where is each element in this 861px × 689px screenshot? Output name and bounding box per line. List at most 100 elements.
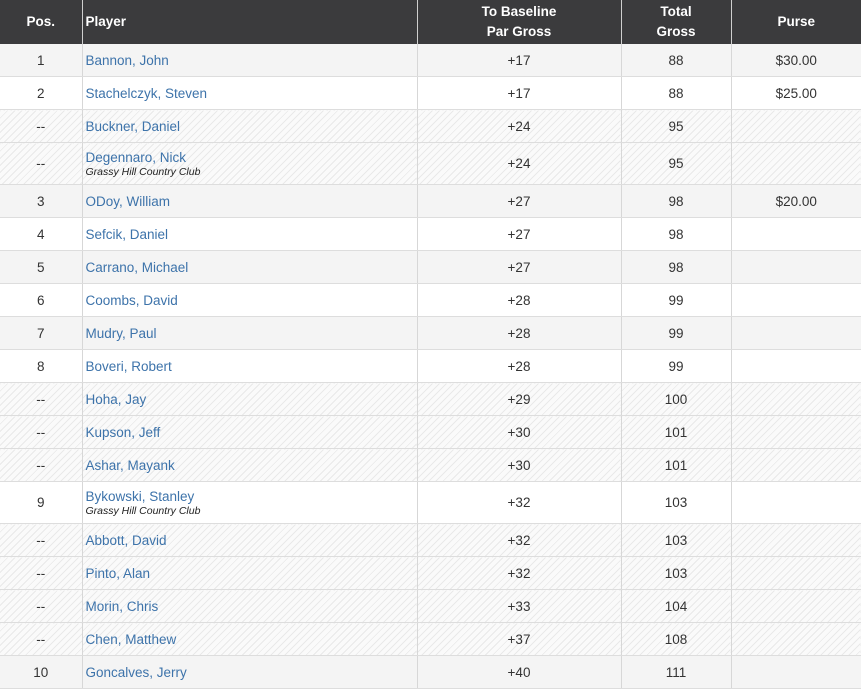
pos-cell: -- (0, 556, 82, 590)
header-row: Pos. Player To Baseline Par Gross Total … (0, 0, 861, 44)
purse-cell (730, 448, 861, 482)
pos-cell: 3 (0, 184, 82, 218)
baseline-cell: +17 (416, 76, 621, 110)
table-row: 5 Carrano, Michael +27 98 (0, 250, 861, 284)
table-row: 6 Coombs, David +28 99 (0, 283, 861, 317)
total-cell: 101 (620, 415, 731, 449)
baseline-cell: +27 (416, 184, 621, 218)
baseline-cell: +40 (416, 655, 621, 689)
purse-cell (730, 481, 861, 524)
total-cell: 99 (620, 349, 731, 383)
player-link[interactable]: Bykowski, Stanley (86, 488, 417, 505)
player-link[interactable]: Abbott, David (86, 532, 417, 549)
player-link[interactable]: Carrano, Michael (86, 259, 417, 276)
table-row: 7 Mudry, Paul +28 99 (0, 316, 861, 350)
header-total-line2: Gross (656, 24, 696, 39)
header-baseline: To Baseline Par Gross (416, 0, 621, 44)
player-club: Grassy Hill Country Club (85, 165, 201, 178)
purse-cell (730, 382, 861, 416)
player-cell: Sefcik, Daniel (81, 217, 417, 251)
player-link[interactable]: ODoy, William (86, 193, 417, 210)
table-row: -- Degennaro, Nick Grassy Hill Country Clu… (0, 142, 861, 185)
baseline-cell: +27 (416, 250, 621, 284)
baseline-cell: +32 (416, 481, 621, 524)
pos-cell: -- (0, 448, 82, 482)
pos-cell: 7 (0, 316, 82, 350)
player-link[interactable]: Chen, Matthew (86, 631, 417, 648)
total-cell: 103 (620, 481, 731, 524)
player-cell: Kupson, Jeff (81, 415, 417, 449)
baseline-cell: +29 (416, 382, 621, 416)
player-link[interactable]: Pinto, Alan (86, 565, 417, 582)
pos-cell: -- (0, 382, 82, 416)
player-cell: Carrano, Michael (81, 250, 417, 284)
header-baseline-line1: To Baseline (481, 4, 557, 19)
player-link[interactable]: Boveri, Robert (86, 358, 417, 375)
total-cell: 101 (620, 448, 731, 482)
total-cell: 88 (620, 76, 731, 110)
pos-cell: 10 (0, 655, 82, 689)
player-cell: Mudry, Paul (81, 316, 417, 350)
player-cell: Bykowski, Stanley Grassy Hill Country Clu… (81, 481, 417, 524)
baseline-cell: +28 (416, 283, 621, 317)
pos-cell: -- (0, 589, 82, 623)
purse-cell (730, 283, 861, 317)
total-cell: 98 (620, 217, 731, 251)
player-link[interactable]: Hoha, Jay (86, 391, 417, 408)
pos-cell: -- (0, 142, 82, 185)
player-club: Grassy Hill Country Club (85, 504, 201, 517)
purse-cell (730, 622, 861, 656)
purse-cell (730, 556, 861, 590)
leaderboard-table: Pos. Player To Baseline Par Gross Total … (0, 0, 861, 689)
player-link[interactable]: Bannon, John (86, 52, 417, 69)
baseline-cell: +30 (416, 448, 621, 482)
table-row: -- Chen, Matthew +37 108 (0, 622, 861, 656)
baseline-cell: +28 (416, 316, 621, 350)
table-row: -- Pinto, Alan +32 103 (0, 556, 861, 590)
player-cell: Morin, Chris (81, 589, 417, 623)
header-purse: Purse (730, 0, 861, 44)
player-link[interactable]: Ashar, Mayank (86, 457, 417, 474)
pos-cell: 4 (0, 217, 82, 251)
pos-cell: 2 (0, 76, 82, 110)
player-link[interactable]: Mudry, Paul (86, 325, 417, 342)
baseline-cell: +24 (416, 142, 621, 185)
purse-cell (730, 316, 861, 350)
pos-cell: 1 (0, 44, 82, 77)
table-row: -- Buckner, Daniel +24 95 (0, 109, 861, 143)
player-cell: Chen, Matthew (81, 622, 417, 656)
player-link[interactable]: Morin, Chris (86, 598, 417, 615)
purse-cell: $30.00 (730, 44, 861, 77)
purse-cell (730, 109, 861, 143)
player-cell: Hoha, Jay (81, 382, 417, 416)
player-link[interactable]: Stachelczyk, Steven (86, 85, 417, 102)
purse-cell: $20.00 (730, 184, 861, 218)
player-link[interactable]: Coombs, David (86, 292, 417, 309)
pos-cell: 8 (0, 349, 82, 383)
pos-cell: 5 (0, 250, 82, 284)
total-cell: 95 (620, 109, 731, 143)
total-cell: 100 (620, 382, 731, 416)
player-link[interactable]: Kupson, Jeff (86, 424, 417, 441)
player-cell: Abbott, David (81, 523, 417, 557)
baseline-cell: +32 (416, 556, 621, 590)
pos-cell: -- (0, 109, 82, 143)
purse-cell: $25.00 (730, 76, 861, 110)
table-row: 10 Goncalves, Jerry +40 111 (0, 655, 861, 689)
player-cell: Goncalves, Jerry (81, 655, 417, 689)
player-link[interactable]: Degennaro, Nick (86, 149, 417, 166)
purse-cell (730, 655, 861, 689)
purse-cell (730, 589, 861, 623)
table-row: -- Ashar, Mayank +30 101 (0, 448, 861, 482)
player-link[interactable]: Buckner, Daniel (86, 118, 417, 135)
pos-cell: -- (0, 415, 82, 449)
player-link[interactable]: Sefcik, Daniel (86, 226, 417, 243)
player-link[interactable]: Goncalves, Jerry (86, 664, 417, 681)
table-row: -- Morin, Chris +33 104 (0, 589, 861, 623)
purse-cell (730, 250, 861, 284)
total-cell: 98 (620, 184, 731, 218)
table-row: 3 ODoy, William +27 98 $20.00 (0, 184, 861, 218)
player-cell: Buckner, Daniel (81, 109, 417, 143)
player-cell: ODoy, William (81, 184, 417, 218)
table-row: -- Abbott, David +32 103 (0, 523, 861, 557)
